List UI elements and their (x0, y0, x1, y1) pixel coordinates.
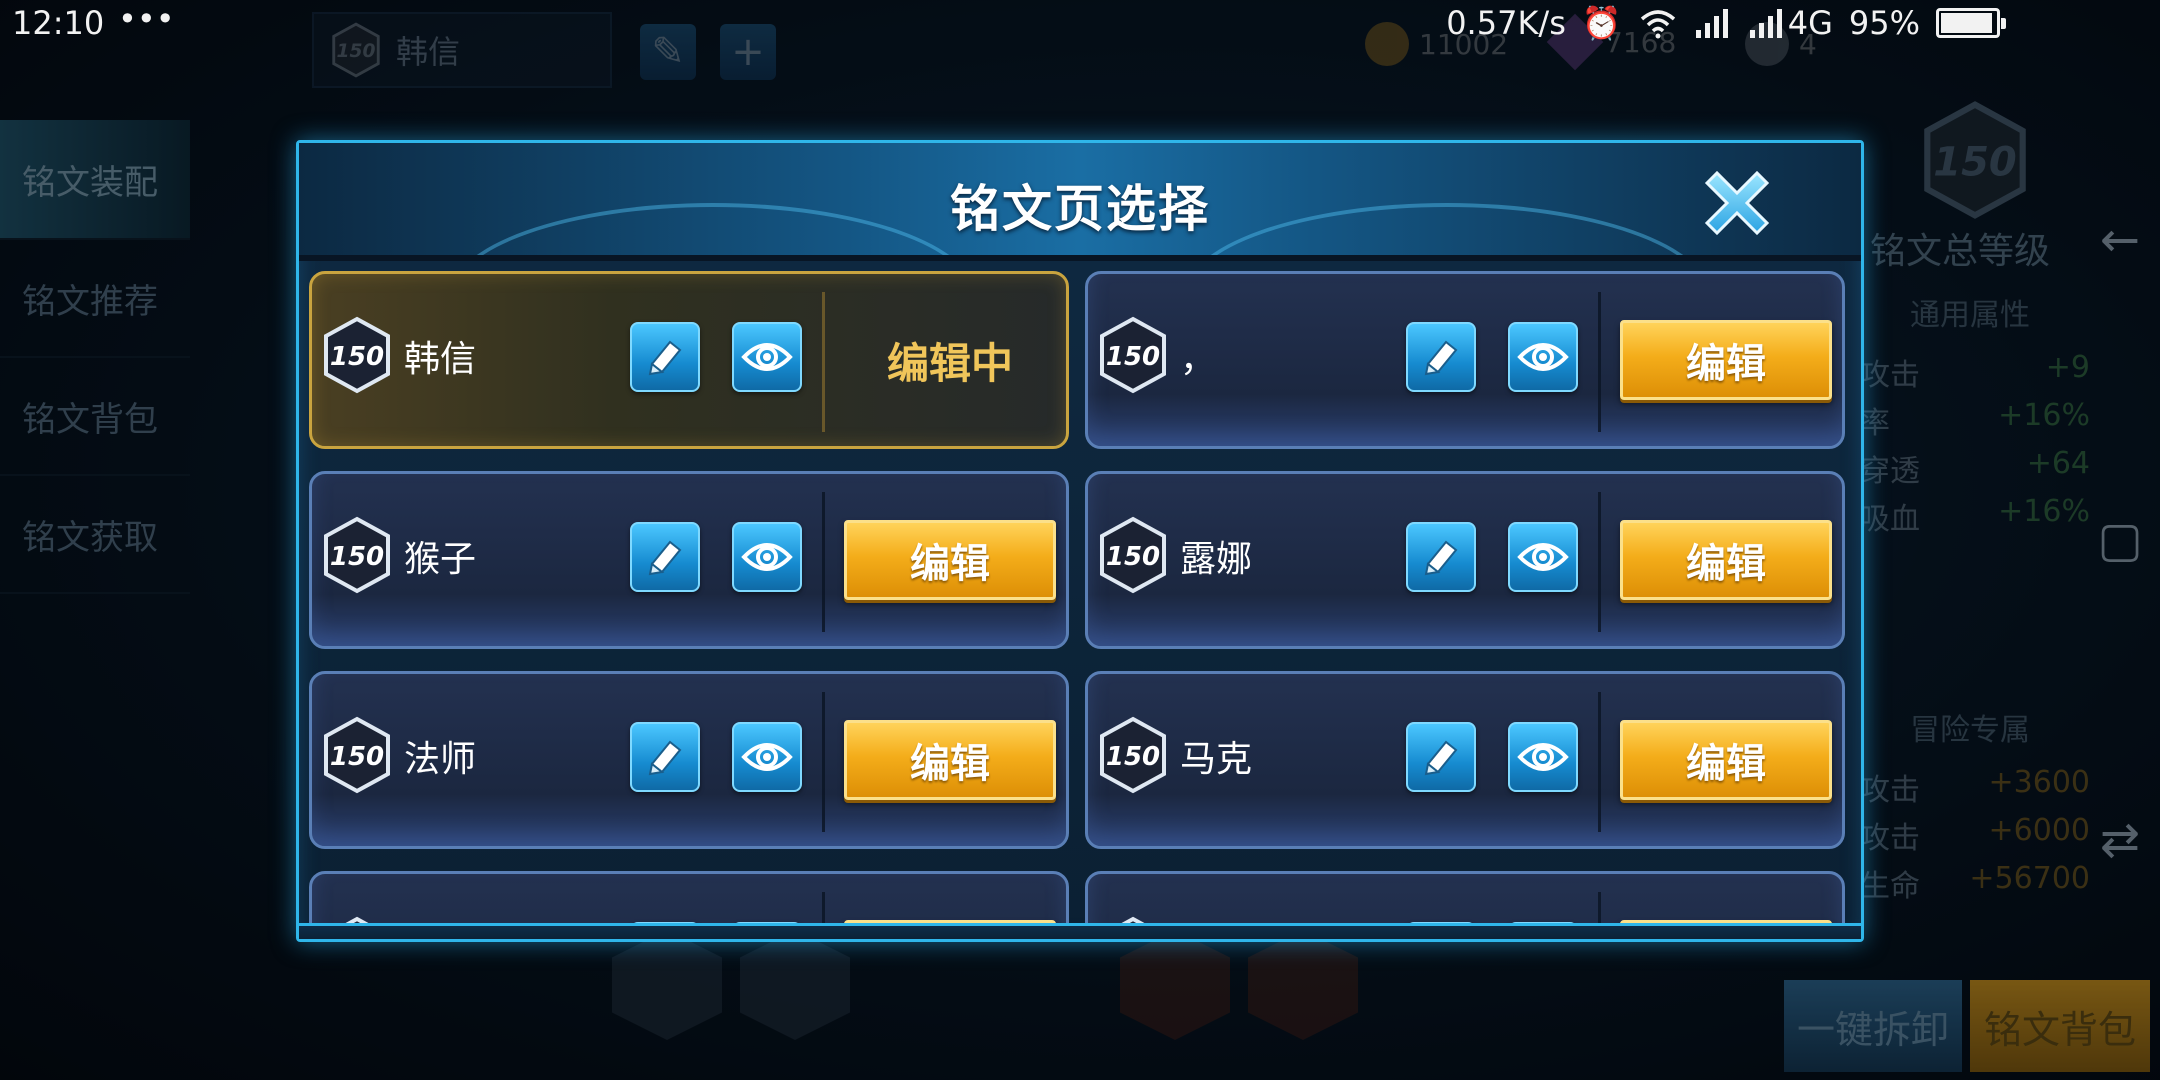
svg-text:150: 150 (1106, 342, 1160, 372)
dialog-header: 铭文页选择 (299, 143, 1861, 261)
card-divider (1598, 892, 1601, 927)
pencil-icon (648, 340, 682, 376)
rename-page-button[interactable] (630, 722, 700, 792)
preview-page-button[interactable] (1508, 722, 1578, 792)
rune-page-name: 韩信 (404, 339, 477, 380)
preview-page-button[interactable] (732, 322, 802, 392)
level-hexagon-icon: 150 (324, 316, 390, 394)
clock: 12:10 (12, 4, 105, 42)
wifi-icon (1640, 10, 1675, 39)
pencil-icon (648, 740, 682, 776)
card-divider (1598, 292, 1601, 432)
status-icons: 0.57K/s ⏰ 4G 95% (1446, 4, 2006, 42)
level-hexagon-icon: 150 (324, 516, 390, 594)
pencil-icon (648, 540, 682, 576)
edit-page-button[interactable]: 编辑 (1620, 520, 1832, 600)
level-hexagon-icon: 150 (1100, 516, 1166, 594)
rune-page-card[interactable]: 150 猴子 编辑 (309, 471, 1069, 649)
editing-status-label: 编辑中 (886, 339, 1013, 388)
rune-page-card[interactable]: 150 韩信 编辑中 (309, 271, 1069, 449)
network-speed: 0.57K/s (1446, 4, 1566, 42)
edit-page-button[interactable]: 编辑 (1620, 720, 1832, 800)
rune-page-select-dialog: 铭文页选择 150 韩信 编辑中 150，编辑 150 猴子 编辑 150 露娜 编辑 150 法师编… (296, 140, 1864, 942)
svg-text:150: 150 (330, 542, 384, 572)
dialog-title: 铭文页选择 (950, 180, 1210, 238)
eye-icon (741, 543, 793, 571)
alarm-icon: ⏰ (1581, 4, 1622, 42)
rename-page-button[interactable] (630, 322, 700, 392)
status-bar: 12:10 ••• 0.57K/s ⏰ 4G 95% (0, 0, 2160, 48)
signal-icon (1749, 9, 1782, 38)
eye-icon (741, 343, 793, 371)
preview-page-button[interactable] (732, 722, 802, 792)
rune-page-name: 猴子 (404, 539, 477, 580)
eye-icon (1517, 343, 1569, 371)
rename-page-button[interactable] (1406, 322, 1476, 392)
edit-page-button[interactable]: 编辑 (844, 520, 1056, 600)
eye-icon (1517, 743, 1569, 771)
card-divider (822, 292, 825, 432)
pencil-icon (1424, 540, 1458, 576)
preview-page-button[interactable] (732, 522, 802, 592)
edit-page-button[interactable]: 编辑 (844, 720, 1056, 800)
card-divider (822, 892, 825, 927)
edit-page-button[interactable]: 编辑 (1620, 320, 1832, 400)
cellular-signal: 4G (1748, 4, 1833, 42)
level-hexagon-icon: 150 (1100, 316, 1166, 394)
rune-page-list[interactable]: 150 韩信 编辑中 150，编辑 150 猴子 编辑 150 露娜 编辑 150 法师 编辑 150 马克… (309, 271, 1849, 927)
card-divider (1598, 492, 1601, 632)
pencil-icon (1424, 740, 1458, 776)
rune-page-name: 法师 (404, 739, 477, 780)
svg-text:150: 150 (1106, 742, 1160, 772)
card-divider (822, 492, 825, 632)
svg-text:150: 150 (330, 342, 384, 372)
close-icon[interactable] (1693, 159, 1781, 247)
svg-text:150: 150 (1106, 542, 1160, 572)
rune-page-card[interactable]: 150 法师 编辑 (309, 671, 1069, 849)
rune-page-card[interactable]: 150 露娜 编辑 (1085, 471, 1845, 649)
battery-icon (1936, 8, 2006, 38)
rune-page-card[interactable]: 编辑 (1085, 871, 1845, 927)
level-hexagon-icon: 150 (1100, 716, 1166, 794)
rune-page-name: 露娜 (1180, 539, 1253, 580)
notification-dots: ••• (118, 0, 175, 38)
rune-page-name: 马克 (1180, 739, 1253, 780)
rune-page-card[interactable]: 150 马克 编辑 (1085, 671, 1845, 849)
card-divider (1598, 692, 1601, 832)
pencil-icon (1424, 340, 1458, 376)
battery-percent: 95% (1848, 4, 1920, 42)
eye-icon (1517, 543, 1569, 571)
card-divider (822, 692, 825, 832)
rune-page-card[interactable]: 150 ， 编辑 (1085, 271, 1845, 449)
eye-icon (741, 743, 793, 771)
preview-page-button[interactable] (1508, 522, 1578, 592)
svg-text:150: 150 (330, 742, 384, 772)
dialog-footer-border (299, 923, 1861, 939)
rune-page-card[interactable]: 编辑 (309, 871, 1069, 927)
signal-icon (1695, 9, 1728, 38)
network-type: 4G (1787, 4, 1833, 42)
rename-page-button[interactable] (630, 522, 700, 592)
level-hexagon-icon: 150 (324, 716, 390, 794)
rune-page-name: ， (1180, 339, 1217, 380)
preview-page-button[interactable] (1508, 322, 1578, 392)
rename-page-button[interactable] (1406, 522, 1476, 592)
rename-page-button[interactable] (1406, 722, 1476, 792)
